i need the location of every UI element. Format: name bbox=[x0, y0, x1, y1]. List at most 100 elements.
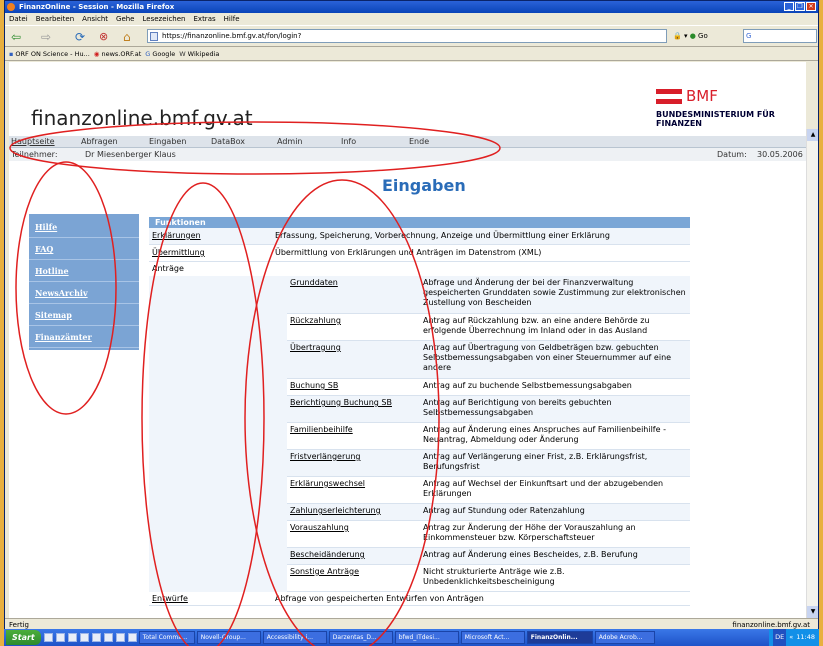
home-icon[interactable]: ⌂ bbox=[123, 29, 131, 45]
firefox-icon bbox=[7, 3, 15, 11]
quicklaunch-icon[interactable] bbox=[103, 633, 113, 642]
row-description: Abfrage von gespeicherten Entwürfen von … bbox=[275, 594, 484, 603]
reload-icon[interactable]: ⟳ bbox=[75, 29, 85, 45]
link-entwuerfe[interactable]: Entwürfe bbox=[152, 594, 188, 603]
bookmark-wikipedia[interactable]: W Wikipedia bbox=[179, 47, 219, 60]
link-uebertragung[interactable]: Übertragung bbox=[290, 343, 341, 352]
nav-info[interactable]: Info bbox=[341, 136, 356, 148]
taskbar-item-active[interactable]: FinanzOnlin... bbox=[526, 631, 593, 644]
row-description: Erfassung, Speicherung, Vorberechnung, A… bbox=[275, 231, 610, 240]
quicklaunch-icon[interactable] bbox=[43, 633, 53, 642]
link-sonstige-antraege[interactable]: Sonstige Anträge bbox=[290, 567, 359, 576]
link-erklaerungen[interactable]: Erklärungen bbox=[152, 231, 201, 240]
taskbar-item[interactable]: bfwd_ITdesi... bbox=[394, 631, 459, 644]
close-button[interactable]: ✕ bbox=[806, 2, 816, 11]
table-row: Fristverlängerung Antrag auf Verlängerung… bbox=[287, 450, 690, 477]
bookmark-icon: ▪ bbox=[9, 50, 14, 58]
start-button[interactable]: Start bbox=[6, 630, 41, 645]
minimize-button[interactable]: _ bbox=[784, 2, 794, 11]
row-description: Antrag zur Änderung der Höhe der Vorausz… bbox=[423, 523, 636, 542]
link-familienbeihilfe[interactable]: Familienbeihilfe bbox=[290, 425, 353, 434]
taskbar: Start Total Comma... Novell-Group... Acc… bbox=[4, 629, 819, 646]
nav-ende[interactable]: Ende bbox=[409, 136, 429, 148]
row-description: Abfrage und Änderung der bei der Finanzv… bbox=[423, 278, 686, 307]
menu-gehe[interactable]: Gehe bbox=[116, 13, 134, 25]
link-rueckzahlung[interactable]: Rückzahlung bbox=[290, 316, 341, 325]
nav-hauptseite[interactable]: Hauptseite bbox=[11, 136, 55, 148]
menu-bearbeiten[interactable]: Bearbeiten bbox=[36, 13, 74, 25]
table-row: Grunddaten Abfrage und Änderung der bei d… bbox=[287, 276, 690, 314]
row-description: Antrag auf Wechsel der Einkunftsart und … bbox=[423, 479, 664, 498]
forward-icon[interactable]: ⇨ bbox=[41, 29, 51, 45]
bookmark-orf-science[interactable]: ▪ ORF ON Science - Hu... bbox=[9, 47, 90, 60]
taskbar-item[interactable]: Darzentas_D... bbox=[328, 631, 393, 644]
link-berichtigung-buchung-sb[interactable]: Berichtigung Buchung SB bbox=[290, 398, 392, 407]
scroll-up-icon[interactable]: ▲ bbox=[807, 129, 818, 141]
table-row: Vorauszahlung Antrag zur Änderung der Höh… bbox=[287, 521, 690, 548]
nav-abfragen[interactable]: Abfragen bbox=[81, 136, 118, 148]
menu-lesezeichen[interactable]: Lesezeichen bbox=[143, 13, 186, 25]
user-bar: Teilnehmer: Dr Miesenberger Klaus Datum:… bbox=[9, 148, 806, 161]
table-row: Familienbeihilfe Antrag auf Änderung eine… bbox=[287, 423, 690, 450]
leftnav-finanzaemter[interactable]: Finanzämter bbox=[29, 326, 139, 348]
link-erklaerungswechsel[interactable]: Erklärungswechsel bbox=[290, 479, 365, 488]
search-field[interactable]: G bbox=[743, 29, 817, 43]
menu-extras[interactable]: Extras bbox=[194, 13, 216, 25]
leftnav-sitemap[interactable]: Sitemap bbox=[29, 304, 139, 326]
row-description: Antrag auf Übertragung von Geldbeträgen … bbox=[423, 343, 672, 372]
leftnav-hilfe[interactable]: Hilfe bbox=[29, 216, 139, 238]
table-row: Zahlungserleichterung Antrag auf Stundung… bbox=[287, 504, 690, 521]
back-icon[interactable]: ⇦ bbox=[11, 29, 21, 45]
url-bar[interactable]: https://finanzonline.bmf.gv.at/fon/login… bbox=[147, 29, 667, 43]
table-row: Übermittlung Übermittlung von Erklärunge… bbox=[149, 245, 690, 262]
taskbar-item[interactable]: Microsoft Act... bbox=[460, 631, 525, 644]
tray-icon[interactable]: « bbox=[789, 629, 793, 646]
link-buchung-sb[interactable]: Buchung SB bbox=[290, 381, 338, 390]
scroll-down-icon[interactable]: ▼ bbox=[807, 606, 818, 618]
quicklaunch-icon[interactable] bbox=[67, 633, 77, 642]
link-vorauszahlung[interactable]: Vorauszahlung bbox=[290, 523, 349, 532]
taskbar-item[interactable]: Novell-Group... bbox=[196, 631, 261, 644]
row-description: Antrag auf Änderung eines Anspruches auf… bbox=[423, 425, 666, 444]
quicklaunch-icon[interactable] bbox=[127, 633, 137, 642]
leftnav-faq[interactable]: FAQ bbox=[29, 238, 139, 260]
taskbar-item[interactable]: Accessibility i... bbox=[262, 631, 327, 644]
stop-icon[interactable]: ⊗ bbox=[99, 29, 108, 45]
window-title: FinanzOnline - Session - Mozilla Firefox bbox=[19, 3, 175, 11]
row-description: Nicht strukturierte Anträge wie z.B. Unb… bbox=[423, 567, 565, 586]
taskbar-item[interactable]: Adobe Acrob... bbox=[594, 631, 655, 644]
quicklaunch-icon[interactable] bbox=[79, 633, 89, 642]
language-indicator[interactable]: DE bbox=[773, 629, 787, 646]
go-icon[interactable]: ● bbox=[690, 32, 696, 40]
maximize-button[interactable]: ❐ bbox=[795, 2, 805, 11]
leftnav-newsarchiv[interactable]: NewsArchiv bbox=[29, 282, 139, 304]
leftnav-hotline[interactable]: Hotline bbox=[29, 260, 139, 282]
row-description: Antrag auf zu buchende Selbstbemessungsa… bbox=[423, 381, 632, 390]
vertical-scrollbar[interactable]: ▲ ▼ bbox=[806, 129, 818, 618]
title-bar: FinanzOnline - Session - Mozilla Firefox… bbox=[5, 1, 818, 13]
link-fristverlaengerung[interactable]: Fristverlängerung bbox=[290, 452, 360, 461]
nav-databox[interactable]: DataBox bbox=[211, 136, 245, 148]
go-button[interactable]: Go bbox=[698, 32, 708, 40]
bookmark-news-orf[interactable]: ◉ news.ORF.at bbox=[94, 47, 141, 60]
table-row: Übertragung Antrag auf Übertragung von Ge… bbox=[287, 341, 690, 379]
taskbar-item[interactable]: Total Comma... bbox=[138, 631, 195, 644]
menu-datei[interactable]: Datei bbox=[9, 13, 28, 25]
top-navigation: Hauptseite Abfragen Eingaben DataBox Adm… bbox=[9, 136, 806, 148]
menu-hilfe[interactable]: Hilfe bbox=[224, 13, 240, 25]
link-bescheidaenderung[interactable]: Bescheidänderung bbox=[290, 550, 365, 559]
dropdown-icon[interactable]: ▾ bbox=[684, 32, 688, 40]
nav-eingaben[interactable]: Eingaben bbox=[149, 136, 186, 148]
menu-ansicht[interactable]: Ansicht bbox=[82, 13, 108, 25]
quicklaunch-icon[interactable] bbox=[91, 633, 101, 642]
quicklaunch-icon[interactable] bbox=[55, 633, 65, 642]
participant-name: Dr Miesenberger Klaus bbox=[85, 150, 176, 159]
link-zahlungserleichterung[interactable]: Zahlungserleichterung bbox=[290, 506, 381, 515]
quicklaunch-icon[interactable] bbox=[115, 633, 125, 642]
lock-icon: 🔒 bbox=[673, 32, 682, 40]
table-header: Funktionen bbox=[149, 217, 690, 228]
nav-admin[interactable]: Admin bbox=[277, 136, 303, 148]
bookmark-google[interactable]: G Google bbox=[145, 47, 175, 60]
link-grunddaten[interactable]: Grunddaten bbox=[290, 278, 338, 287]
link-uebermittlung[interactable]: Übermittlung bbox=[152, 248, 205, 257]
